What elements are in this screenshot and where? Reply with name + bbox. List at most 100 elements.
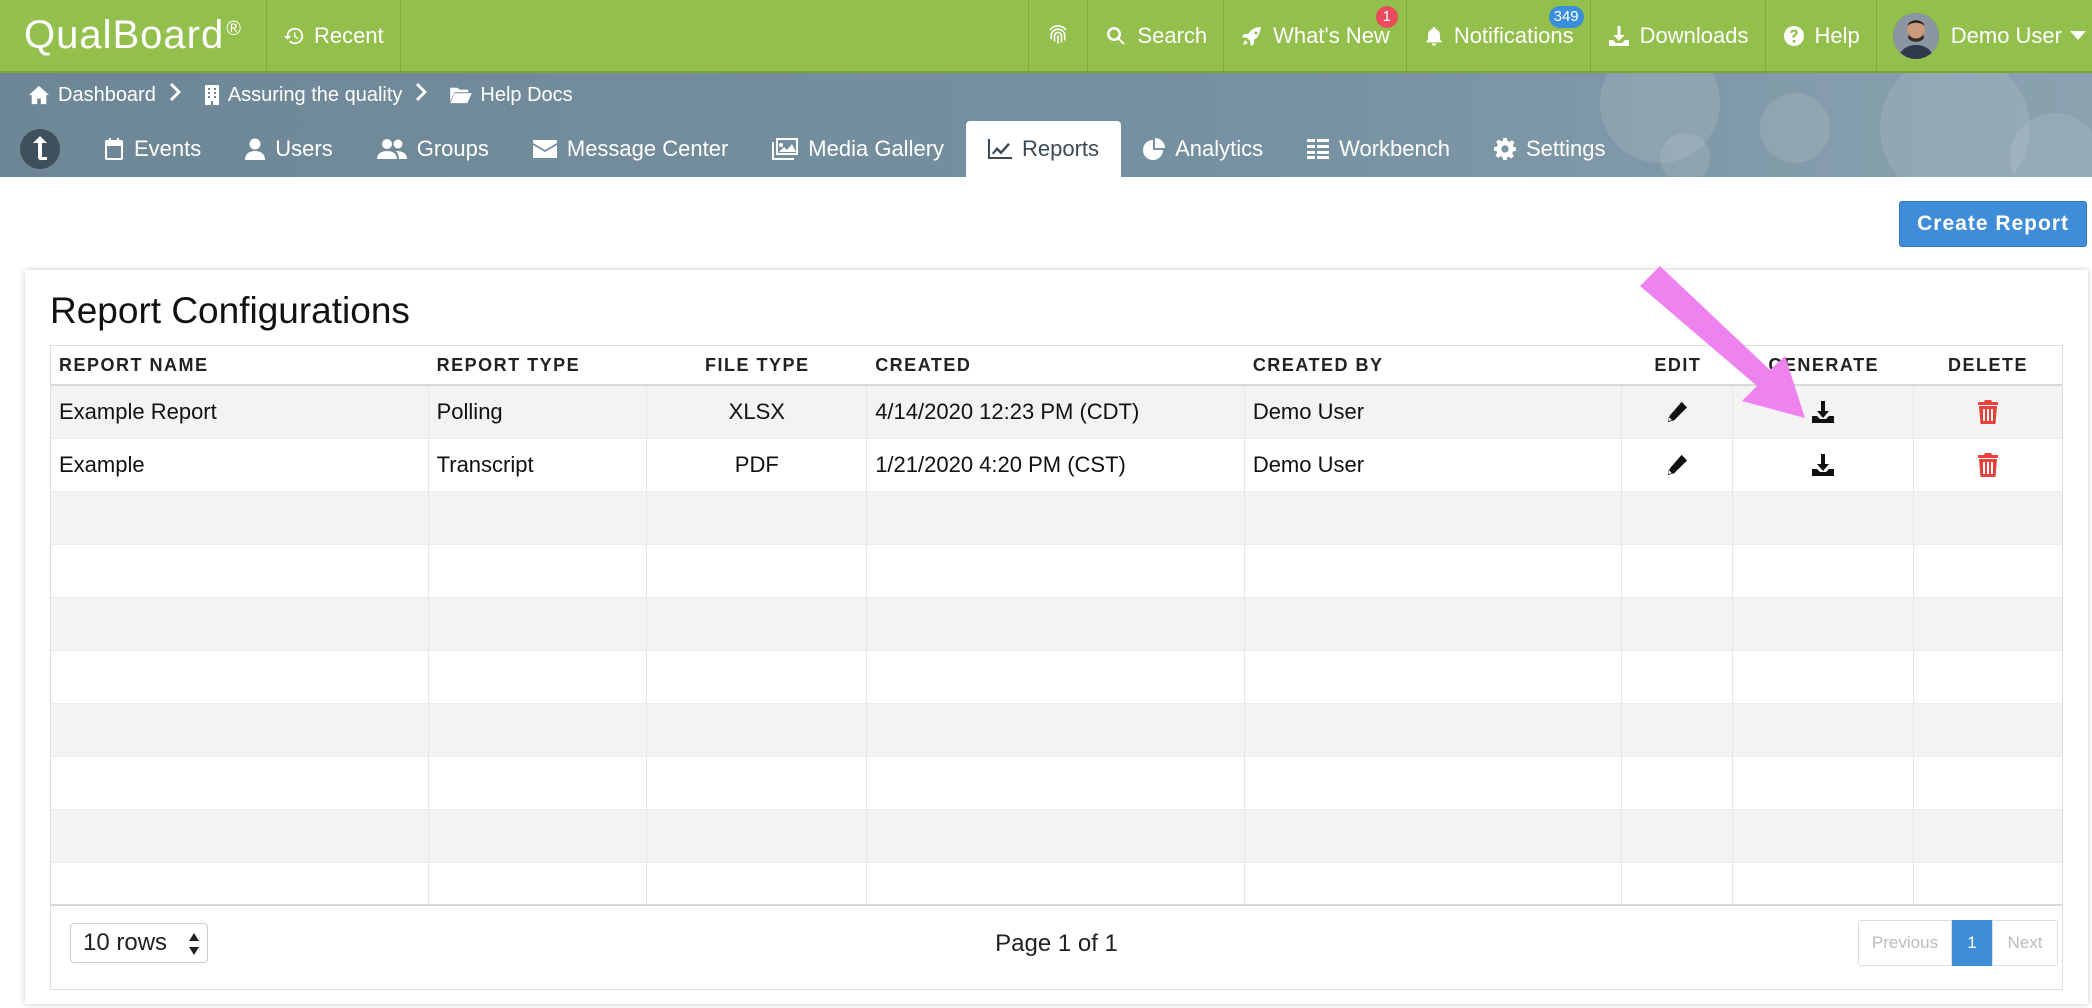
fingerprint-button[interactable] bbox=[1029, 0, 1089, 71]
tab-groups[interactable]: Groups bbox=[355, 121, 511, 177]
level-up-button[interactable] bbox=[20, 129, 60, 169]
downloads-label: Downloads bbox=[1639, 22, 1749, 48]
report-type-cell: Transcript bbox=[429, 439, 648, 491]
line-chart-icon bbox=[988, 139, 1013, 159]
trash-icon[interactable] bbox=[1978, 400, 1999, 424]
page-info: Page 1 of 1 bbox=[995, 930, 1118, 957]
column-header-report-name[interactable]: REPORT NAME bbox=[51, 346, 429, 384]
tab-analytics[interactable]: Analytics bbox=[1121, 121, 1285, 177]
report-name-cell: Example bbox=[51, 439, 429, 491]
gear-icon bbox=[1493, 138, 1516, 160]
empty-row bbox=[51, 651, 2062, 704]
registered-mark: ® bbox=[226, 18, 242, 40]
building-icon bbox=[204, 85, 219, 105]
tab-label: Settings bbox=[1525, 136, 1606, 161]
tab-events[interactable]: Events bbox=[82, 121, 223, 177]
trash-icon[interactable] bbox=[1978, 453, 1999, 477]
delete-cell bbox=[1914, 439, 2062, 491]
brand-logo[interactable]: QualBoard ® bbox=[0, 0, 267, 71]
whats-new-label: What's New bbox=[1273, 22, 1390, 48]
empty-row bbox=[51, 545, 2062, 598]
fingerprint-icon bbox=[1049, 24, 1068, 44]
whats-new-button[interactable]: What's New 1 bbox=[1224, 0, 1407, 71]
next-page-button[interactable]: Next bbox=[1992, 920, 2058, 966]
avatar bbox=[1892, 12, 1939, 59]
tab-label: Analytics bbox=[1175, 136, 1264, 161]
created-by-cell: Demo User bbox=[1245, 439, 1623, 491]
table-row: Example Transcript PDF 1/21/2020 4:20 PM… bbox=[51, 439, 2062, 492]
pencil-icon[interactable] bbox=[1666, 454, 1688, 476]
top-bar: QualBoard ® Recent Search What's New 1 No… bbox=[0, 0, 2092, 73]
empty-row bbox=[51, 598, 2062, 651]
pagination: Previous 1 Next bbox=[1858, 920, 2058, 966]
rocket-icon bbox=[1242, 26, 1262, 46]
breadcrumb-label: Help Docs bbox=[480, 83, 573, 106]
list-icon bbox=[1307, 139, 1330, 159]
reports-table: REPORT NAME REPORT TYPE FILE TYPE CREATE… bbox=[50, 345, 2063, 990]
report-type-cell: Polling bbox=[429, 386, 648, 438]
column-header-file-type[interactable]: FILE TYPE bbox=[647, 346, 867, 384]
help-button[interactable]: Help bbox=[1766, 0, 1877, 71]
empty-row bbox=[51, 810, 2062, 863]
home-icon bbox=[29, 85, 49, 105]
avatar-image bbox=[1892, 12, 1939, 59]
brand-name: QualBoard bbox=[24, 13, 225, 57]
empty-row bbox=[51, 704, 2062, 757]
recent-button[interactable]: Recent bbox=[267, 0, 401, 71]
tab-label: Media Gallery bbox=[808, 136, 945, 161]
column-header-delete: DELETE bbox=[1948, 354, 2029, 375]
column-header-report-type[interactable]: REPORT TYPE bbox=[429, 346, 648, 384]
breadcrumb: Dashboard Assuring the quality Help Docs bbox=[28, 83, 573, 107]
report-name-cell: Example Report bbox=[51, 386, 429, 438]
breadcrumb-project[interactable]: Assuring the quality bbox=[204, 84, 402, 107]
download-icon bbox=[1608, 25, 1629, 46]
main-tabs: Events Users Groups Message Center Media… bbox=[20, 121, 1627, 177]
annotation-arrow bbox=[1640, 266, 1805, 418]
question-circle-icon bbox=[1783, 25, 1804, 46]
tab-message-center[interactable]: Message Center bbox=[511, 121, 750, 177]
edit-cell bbox=[1622, 439, 1734, 491]
breadcrumb-label: Dashboard bbox=[58, 83, 156, 106]
tab-media-gallery[interactable]: Media Gallery bbox=[750, 121, 966, 177]
column-header-created[interactable]: CREATED bbox=[867, 346, 1245, 384]
recent-label: Recent bbox=[313, 22, 384, 48]
column-header-created-by[interactable]: CREATED BY bbox=[1245, 346, 1623, 384]
download-icon[interactable] bbox=[1811, 453, 1835, 477]
tab-reports[interactable]: Reports bbox=[966, 121, 1122, 177]
previous-page-button[interactable]: Previous bbox=[1858, 920, 1952, 966]
tab-workbench[interactable]: Workbench bbox=[1285, 121, 1472, 177]
downloads-button[interactable]: Downloads bbox=[1591, 0, 1766, 71]
envelope-icon bbox=[532, 140, 557, 158]
topbar-spacer bbox=[401, 0, 1030, 71]
created-by-cell: Demo User bbox=[1245, 386, 1623, 438]
background-bokeh bbox=[1760, 93, 1830, 163]
created-cell: 1/21/2020 4:20 PM (CST) bbox=[867, 439, 1245, 491]
users-icon bbox=[376, 139, 407, 159]
table-footer: 10 rows Page 1 of 1 Previous 1 Next bbox=[51, 904, 2062, 989]
tab-label: Users bbox=[275, 136, 333, 161]
bell-icon bbox=[1426, 26, 1442, 46]
help-label: Help bbox=[1814, 22, 1860, 48]
created-cell: 4/14/2020 12:23 PM (CDT) bbox=[867, 386, 1245, 438]
tab-label: Events bbox=[134, 136, 202, 161]
generate-cell bbox=[1733, 439, 1915, 491]
notifications-button[interactable]: Notifications 349 bbox=[1407, 0, 1591, 71]
search-button[interactable]: Search bbox=[1088, 0, 1225, 71]
chevron-down-icon bbox=[2070, 31, 2086, 40]
whats-new-badge: 1 bbox=[1375, 6, 1398, 28]
user-icon bbox=[245, 138, 266, 160]
folder-open-icon bbox=[450, 87, 473, 104]
create-report-button[interactable]: Create Report bbox=[1899, 201, 2087, 247]
images-icon bbox=[772, 138, 799, 160]
user-menu[interactable]: Demo User bbox=[1877, 0, 2092, 71]
breadcrumb-help-docs[interactable]: Help Docs bbox=[450, 83, 573, 107]
background-bokeh bbox=[1880, 73, 2030, 177]
user-name: Demo User bbox=[1950, 22, 2062, 48]
page-number-button[interactable]: 1 bbox=[1952, 920, 1992, 966]
tab-users[interactable]: Users bbox=[223, 121, 354, 177]
navigation-band: Dashboard Assuring the quality Help Docs… bbox=[0, 73, 2092, 177]
tab-settings[interactable]: Settings bbox=[1472, 121, 1628, 177]
breadcrumb-dashboard[interactable]: Dashboard bbox=[28, 84, 156, 107]
empty-row bbox=[51, 757, 2062, 810]
notifications-badge: 349 bbox=[1548, 6, 1584, 28]
